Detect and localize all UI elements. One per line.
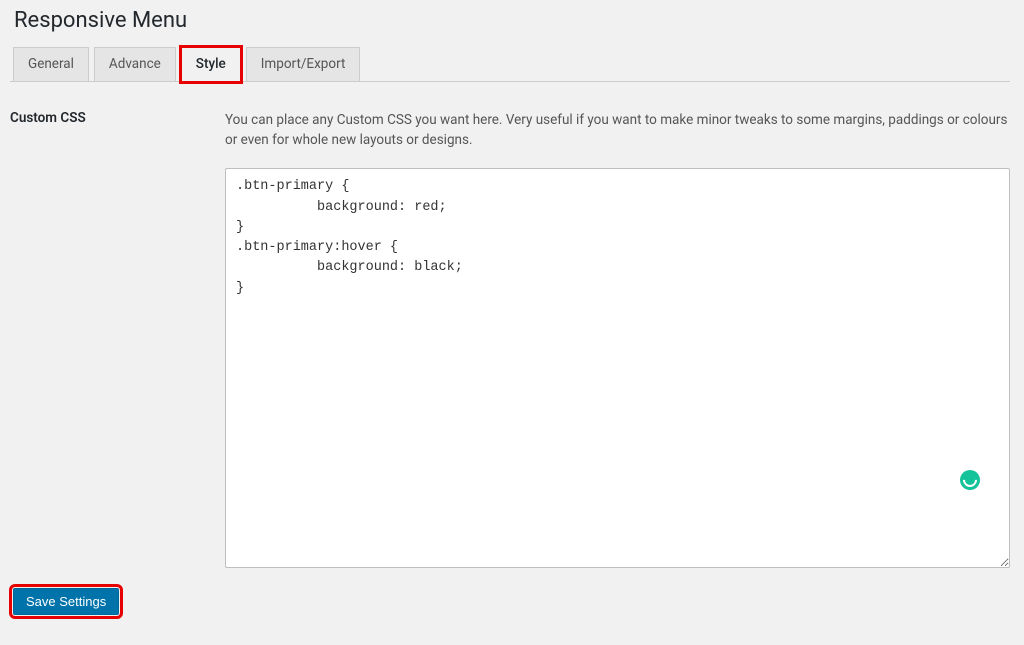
- tab-import-export[interactable]: Import/Export: [246, 47, 361, 81]
- custom-css-label: Custom CSS: [10, 110, 225, 126]
- tab-general[interactable]: General: [13, 47, 89, 81]
- form-area: Custom CSS You can place any Custom CSS …: [10, 82, 1010, 573]
- tab-row: General Advance Style Import/Export: [10, 47, 1010, 82]
- tab-advance[interactable]: Advance: [94, 47, 176, 81]
- save-settings-button[interactable]: Save Settings: [13, 588, 119, 615]
- field-label-col: Custom CSS: [10, 110, 225, 573]
- custom-css-description: You can place any Custom CSS you want he…: [225, 110, 1010, 151]
- field-content-col: You can place any Custom CSS you want he…: [225, 110, 1010, 573]
- tab-style[interactable]: Style: [181, 47, 241, 82]
- page-title: Responsive Menu: [14, 8, 1010, 33]
- custom-css-textarea[interactable]: [225, 168, 1010, 568]
